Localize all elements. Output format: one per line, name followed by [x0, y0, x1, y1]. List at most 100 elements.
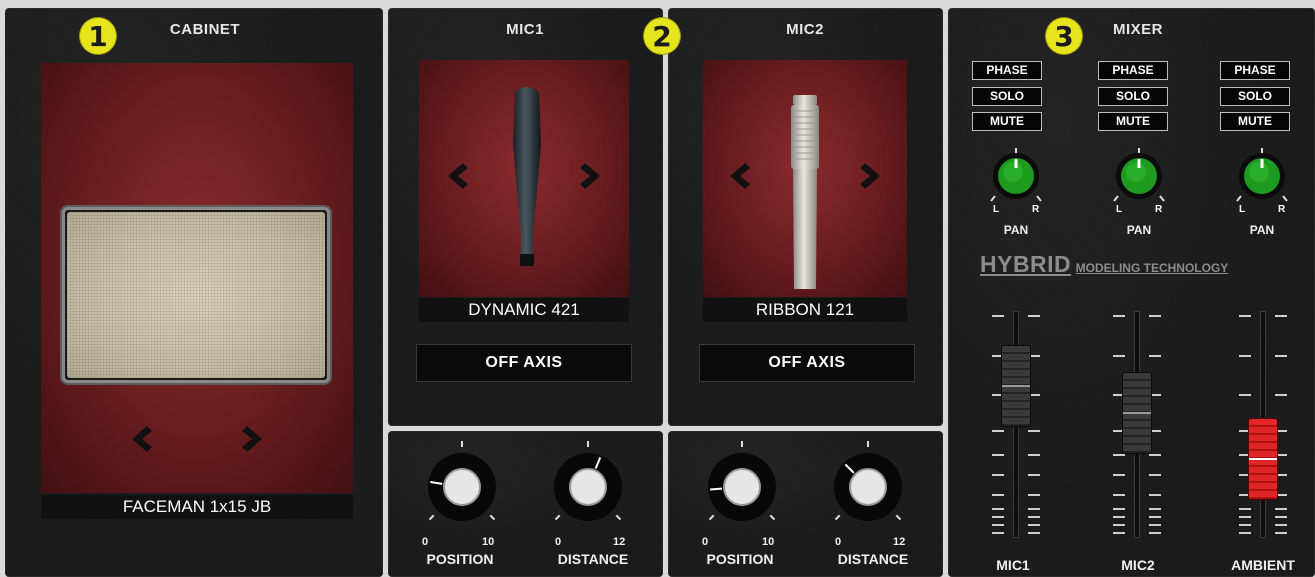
fader-tick	[1149, 315, 1161, 317]
fader-tick	[1028, 524, 1040, 526]
fader-tick	[992, 454, 1004, 456]
fader-handle[interactable]	[1002, 345, 1030, 426]
fader-tick	[1028, 474, 1040, 476]
fader-tick	[1149, 494, 1161, 496]
mic2-panel: MIC2 RIBBON 121 OFF AXIS	[668, 8, 943, 426]
fader-tick	[1239, 508, 1251, 510]
mic2-position-min: 0	[702, 536, 709, 548]
fader-tick	[1239, 532, 1251, 534]
mic2-position-max: 10	[762, 536, 775, 548]
knob-cap	[569, 468, 607, 506]
cabinet-image	[62, 207, 330, 383]
fader-tick	[1113, 454, 1125, 456]
mic2-distance-label: DISTANCE	[837, 551, 909, 567]
step-badge-1: 1	[80, 18, 116, 54]
fader-tick	[1149, 532, 1161, 534]
mic1-position-knob[interactable]	[414, 437, 510, 537]
fader-tick	[1275, 516, 1287, 518]
fader-tick	[1113, 524, 1125, 526]
fader-tick	[1275, 315, 1287, 317]
channel-label-mic1: MIC1	[996, 557, 1030, 573]
knob-tick-min	[708, 514, 715, 521]
fader-tick	[1275, 355, 1287, 357]
fader-tick	[1028, 508, 1040, 510]
knob-tick-min	[554, 514, 561, 521]
fader-tick	[1149, 355, 1161, 357]
fader-tick	[992, 516, 1004, 518]
mic1-off-axis-button[interactable]: OFF AXIS	[416, 344, 632, 382]
cabinet-prev-arrow[interactable]	[125, 423, 157, 455]
cabinet-title: CABINET	[169, 21, 241, 38]
mic2-distance-max: 12	[893, 536, 906, 548]
ambient-fader-handle[interactable]	[1249, 418, 1277, 499]
fader-center-line	[1249, 457, 1277, 460]
fader-tick	[1275, 532, 1287, 534]
knob-tick-max	[489, 514, 496, 521]
fader-tick	[992, 532, 1004, 534]
channel-label-mic2: MIC2	[1121, 557, 1155, 573]
fader-tick	[1113, 315, 1125, 317]
mic1-name: DYNAMIC 421	[419, 298, 629, 322]
fader-tick	[1275, 508, 1287, 510]
mic1-display	[419, 60, 629, 297]
knob-graphic	[428, 441, 496, 521]
knob-tick-min	[834, 514, 841, 521]
fader-tick	[1113, 532, 1125, 534]
mic2-prev-arrow[interactable]	[723, 160, 755, 192]
knob-cap	[849, 468, 887, 506]
mic1-distance-label: DISTANCE	[557, 551, 629, 567]
channel-label-ambient: AMBIENT	[1231, 557, 1295, 573]
fader-tick	[1275, 394, 1287, 396]
knob-cap	[443, 468, 481, 506]
fader-tick	[992, 474, 1004, 476]
mic1-next-arrow[interactable]	[575, 160, 607, 192]
fader-section	[948, 8, 1315, 577]
fader-center-line	[1123, 412, 1151, 415]
fader-tick	[1149, 454, 1161, 456]
mic1-distance-min: 0	[555, 536, 562, 548]
fader-tick	[1113, 355, 1125, 357]
mic1-image	[513, 87, 541, 266]
mic1-position-label: POSITION	[426, 551, 494, 567]
fader-tick	[1239, 315, 1251, 317]
mic1-distance-max: 12	[613, 536, 626, 548]
mic1-title: MIC1	[506, 21, 544, 38]
mic2-knobs-panel: 0 10 POSITION 0 12 DISTANCE	[668, 431, 943, 577]
mic2-title: MIC2	[786, 21, 824, 38]
fader-tick	[1239, 524, 1251, 526]
fader-tick	[1149, 508, 1161, 510]
knob-tick-max	[615, 514, 622, 521]
mic1-position-max: 10	[482, 536, 495, 548]
knob-cap	[723, 468, 761, 506]
chevron-right-icon	[242, 426, 262, 452]
fader-handle[interactable]	[1123, 373, 1151, 454]
fader-tick	[992, 508, 1004, 510]
chevron-right-icon	[860, 163, 880, 189]
cabinet-display	[41, 63, 353, 493]
chevron-left-icon	[448, 163, 468, 189]
fader-tick	[1028, 532, 1040, 534]
fader-tick	[1149, 516, 1161, 518]
fader-tick	[1113, 508, 1125, 510]
mic1-distance-knob[interactable]	[540, 437, 636, 537]
fader-tick	[1028, 430, 1040, 432]
mic2-next-arrow[interactable]	[855, 160, 887, 192]
mic2-distance-knob[interactable]	[820, 437, 916, 537]
step-badge-3: 3	[1046, 18, 1082, 54]
knob-pointer	[710, 487, 723, 491]
mic2-position-knob[interactable]	[694, 437, 790, 537]
knob-tick-min	[428, 514, 435, 521]
fader-tick	[1239, 516, 1251, 518]
cabinet-next-arrow[interactable]	[237, 423, 269, 455]
step-badge-2: 2	[644, 18, 680, 54]
chevron-left-icon	[132, 426, 152, 452]
chevron-right-icon	[580, 163, 600, 189]
mic1-prev-arrow[interactable]	[441, 160, 473, 192]
knob-tick-max	[769, 514, 776, 521]
fader-tick	[1113, 494, 1125, 496]
chevron-left-icon	[730, 163, 750, 189]
cabinet-panel: CABINET FACEMAN 1x15 JB	[5, 8, 383, 577]
knob-graphic	[554, 441, 622, 521]
mic2-off-axis-button[interactable]: OFF AXIS	[699, 344, 915, 382]
mic2-display	[703, 60, 907, 297]
